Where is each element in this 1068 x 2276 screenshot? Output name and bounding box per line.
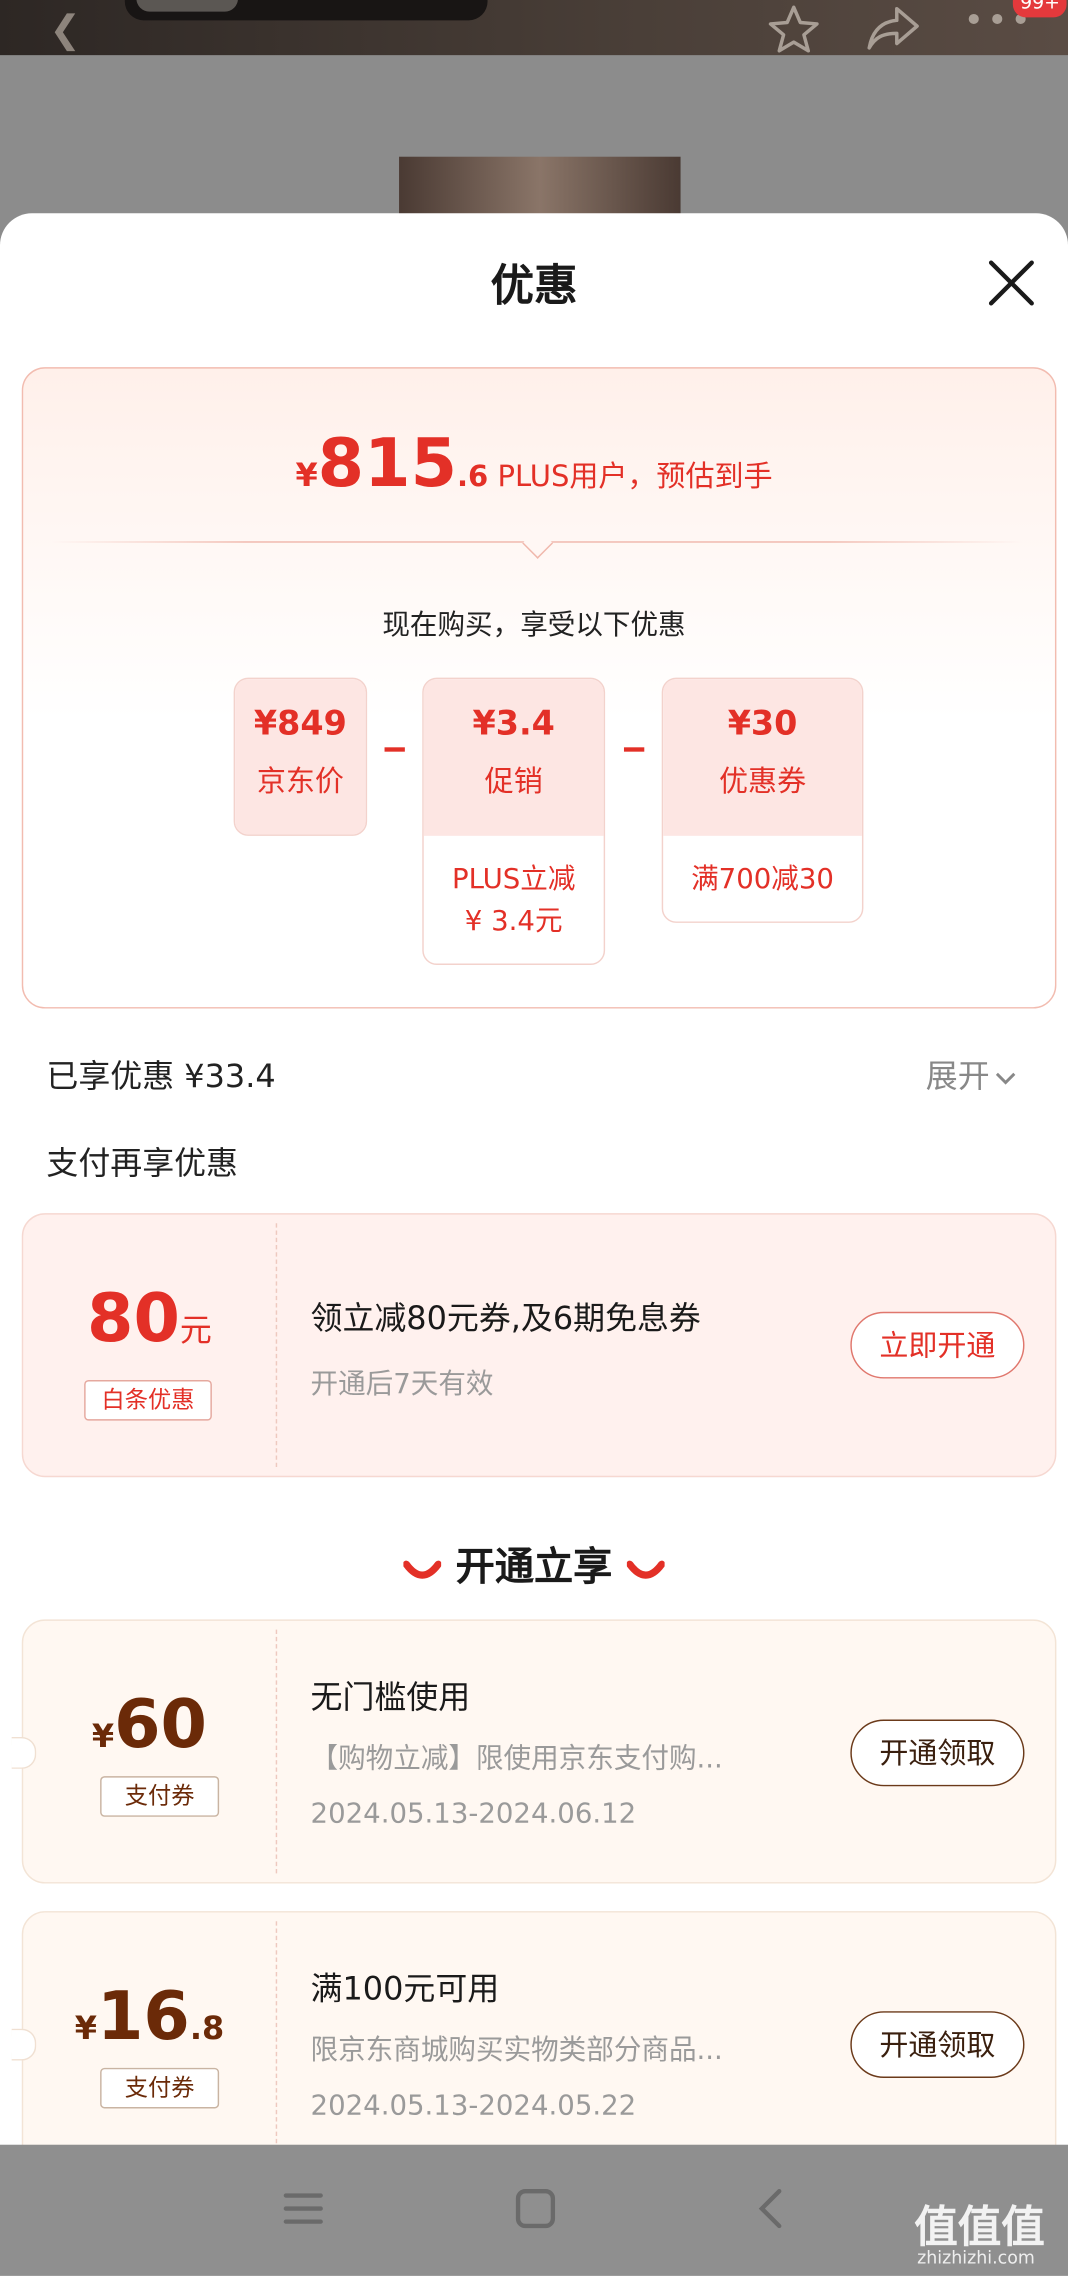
coupon-date: 2024.05.13-2024.05.22 <box>310 2089 637 2122</box>
sheet-title: 优惠 <box>490 261 578 312</box>
screen: ❮ ••• 99+ 优惠 ¥815.6 PLUS用户，预估到手 现在购买，享受以… <box>0 0 1068 2276</box>
home-icon[interactable] <box>514 2187 558 2231</box>
offer-value: 80 <box>87 1278 180 1357</box>
breakdown-amount: ¥30 <box>727 705 798 743</box>
pill-segment <box>136 0 238 12</box>
breakdown-detail: 满700减30 <box>691 863 834 896</box>
coupon-desc: 限京东商城购买实物类部分商品... <box>310 2034 723 2067</box>
baitiao-offer-card: 80元 白条优惠 领立减80元券,及6期免息券 开通后7天有效 立即开通 <box>21 1213 1057 1478</box>
nav-back-icon[interactable] <box>755 2187 787 2231</box>
system-navbar <box>0 2144 1068 2276</box>
coupon-desc: 【购物立减】限使用京东支付购... <box>310 1742 723 1775</box>
coupon-value: 60 <box>114 1684 208 1764</box>
pay-section-title: 支付再享优惠 <box>46 1146 239 1183</box>
expand-toggle[interactable]: 展开 <box>926 1051 1016 1097</box>
card-separator <box>275 1223 278 1468</box>
breakdown-label: 促销 <box>484 763 543 799</box>
claim-button[interactable]: 开通领取 <box>850 2011 1025 2078</box>
breakdown-label: 京东价 <box>256 763 344 799</box>
estimated-price: ¥815.6 PLUS用户，预估到手 <box>0 424 1068 502</box>
price-note: PLUS用户，预估到手 <box>488 458 773 494</box>
offer-tag: 白条优惠 <box>84 1379 212 1421</box>
watermark-url: zhizhizhi.com <box>917 2247 1035 2269</box>
breakdown-jd-price: ¥849 京东价 <box>233 677 368 836</box>
claim-button[interactable]: 开通领取 <box>850 1719 1025 1787</box>
watermark-logo: 值值值 <box>914 2202 1045 2254</box>
chevron-down-icon <box>995 1072 1016 1085</box>
breakdown-amount: ¥849 <box>253 705 347 743</box>
breakdown-coupon: ¥30 优惠券 满700减30 <box>661 677 864 923</box>
back-icon[interactable]: ❮ <box>49 9 81 53</box>
expand-label: 展开 <box>925 1059 990 1096</box>
smile-icon <box>403 1559 442 1579</box>
card-separator <box>275 1629 278 1874</box>
product-topbar: ❮ ••• 99+ <box>0 0 1068 56</box>
card-separator <box>275 1921 278 2166</box>
minus-sign <box>623 747 645 752</box>
breakdown-label: 优惠券 <box>719 763 807 799</box>
offer-title: 领立减80元券,及6期免息券 <box>310 1301 701 1338</box>
minus-sign <box>384 747 405 752</box>
message-badge: 99+ <box>1012 0 1068 18</box>
menu-icon[interactable] <box>282 2188 326 2229</box>
offer-unit: 元 <box>179 1313 212 1350</box>
search-pill[interactable] <box>124 0 488 21</box>
pay-coupon-card: ¥60 支付券 无门槛使用 【购物立减】限使用京东支付购... 2024.05.… <box>11 1619 1057 1884</box>
coupon-title: 满100元可用 <box>310 1972 500 2009</box>
smile-icon <box>626 1559 665 1579</box>
coupon-amount: ¥60 <box>23 1685 275 1763</box>
coupon-decimal: .8 <box>189 2011 225 2048</box>
coupon-tag: 支付券 <box>100 1776 220 1817</box>
coupon-currency: ¥ <box>91 1719 115 1756</box>
coupon-currency: ¥ <box>74 2011 97 2048</box>
offer-subtitle: 开通后7天有效 <box>310 1368 494 1401</box>
breakdown-promotion: ¥3.4 促销 PLUS立减 ¥ 3.4元 <box>422 677 606 965</box>
close-icon[interactable] <box>984 255 1039 310</box>
coupon-amount: ¥16.8 <box>23 1976 275 2054</box>
enjoyed-discount: 已享优惠 ¥33.4 <box>46 1059 276 1096</box>
offer-amount: 80元 <box>23 1278 275 1356</box>
coupon-tag: 支付券 <box>100 2067 220 2109</box>
pay-coupon-card: ¥16.8 支付券 满100元可用 限京东商城购买实物类部分商品... 2024… <box>11 1911 1057 2176</box>
currency-symbol: ¥ <box>295 458 318 495</box>
breakdown-amount: ¥3.4 <box>472 705 555 743</box>
price-decimal: .6 <box>457 458 489 494</box>
coupon-date: 2024.05.13-2024.06.12 <box>310 1797 637 1830</box>
coupon-value: 16 <box>96 1976 190 2055</box>
coupon-title: 无门槛使用 <box>310 1680 471 1717</box>
summary-subtitle: 现在购买，享受以下优惠 <box>382 609 686 642</box>
share-icon[interactable] <box>865 3 923 62</box>
breakdown-detail: PLUS立减 ¥ 3.4元 <box>451 863 576 938</box>
instant-heading: 开通立享 <box>0 1535 1068 1592</box>
star-icon[interactable] <box>766 3 821 65</box>
activate-button[interactable]: 立即开通 <box>850 1311 1025 1379</box>
price-integer: 815 <box>317 423 458 503</box>
instant-title: 开通立享 <box>455 1545 613 1591</box>
